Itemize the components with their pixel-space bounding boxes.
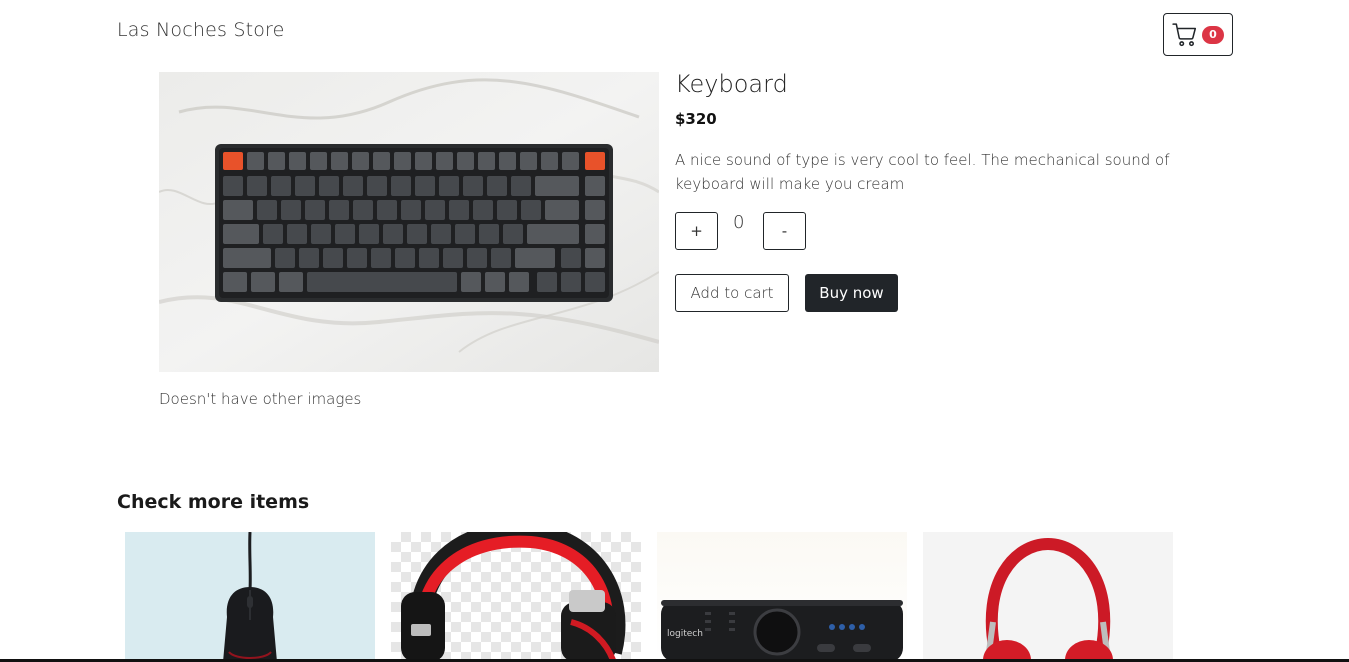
quantity-decrease-button[interactable]: - — [763, 212, 806, 250]
svg-text:logitech: logitech — [667, 629, 703, 639]
more-item-card-headphones-black-red[interactable] — [391, 532, 641, 662]
more-item-card-logitech-control[interactable]: logitech — [657, 532, 907, 662]
store-brand[interactable]: Las Noches Store — [117, 19, 285, 41]
logitech-control-image: logitech — [661, 600, 903, 662]
headphones-image — [401, 532, 626, 662]
add-to-cart-button[interactable]: Add to cart — [675, 274, 789, 312]
product-price: $320 — [675, 110, 717, 128]
red-headphones-image — [983, 537, 1113, 662]
more-item-card-mouse[interactable] — [125, 532, 375, 662]
cart-count-badge: 0 — [1202, 25, 1224, 44]
mouse-image — [223, 532, 277, 662]
product-main-image — [159, 72, 659, 372]
product-description: A nice sound of type is very cool to fee… — [675, 151, 1170, 193]
buy-now-button[interactable]: Buy now — [805, 274, 898, 312]
more-item-card-headphones-red[interactable] — [923, 532, 1173, 662]
quantity-increase-button[interactable]: + — [675, 212, 718, 250]
cart-icon — [1172, 22, 1197, 46]
quantity-value: 0 — [733, 212, 745, 233]
more-items-heading: Check more items — [117, 491, 310, 513]
other-images-note: Doesn't have other images — [159, 390, 362, 408]
cart-button[interactable]: 0 — [1163, 13, 1233, 56]
product-title: Keyboard — [675, 70, 788, 98]
